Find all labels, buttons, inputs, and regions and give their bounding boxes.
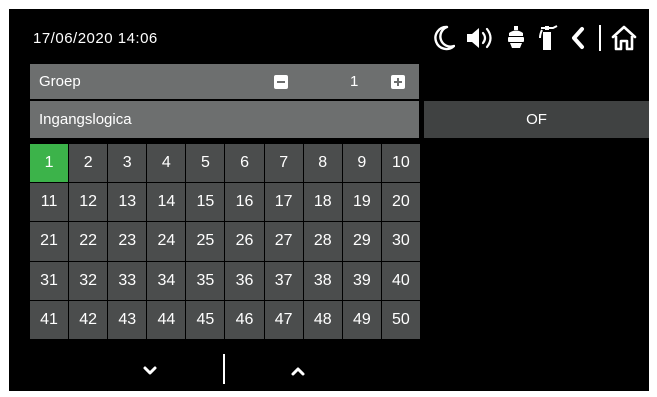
grid-cell-39[interactable]: 39: [342, 261, 381, 300]
grid-cell-10[interactable]: 10: [381, 144, 420, 183]
grid-cell-29[interactable]: 29: [342, 222, 381, 261]
grid-cell-4[interactable]: 4: [147, 144, 186, 183]
grid-cell-19[interactable]: 19: [342, 183, 381, 222]
group-increment-button[interactable]: [391, 75, 405, 89]
extinguisher-icon[interactable]: [537, 22, 559, 54]
grid-cell-36[interactable]: 36: [225, 261, 264, 300]
grid-cell-32[interactable]: 32: [69, 261, 108, 300]
group-decrement-button[interactable]: [274, 75, 288, 89]
grid-cell-3[interactable]: 3: [108, 144, 147, 183]
chevron-up-icon[interactable]: [289, 364, 307, 378]
grid-cell-43[interactable]: 43: [108, 300, 147, 339]
moon-icon[interactable]: [433, 22, 455, 54]
grid-cell-7[interactable]: 7: [264, 144, 303, 183]
grid-cell-50[interactable]: 50: [381, 300, 420, 339]
nav-separator: [223, 354, 225, 384]
fire-alarm-icon[interactable]: [505, 22, 527, 54]
grid-cell-22[interactable]: 22: [69, 222, 108, 261]
grid-cell-28[interactable]: 28: [303, 222, 342, 261]
grid-cell-26[interactable]: 26: [225, 222, 264, 261]
grid-cell-2[interactable]: 2: [69, 144, 108, 183]
back-icon[interactable]: [569, 22, 587, 54]
grid-cell-33[interactable]: 33: [108, 261, 147, 300]
grid-cell-27[interactable]: 27: [264, 222, 303, 261]
grid-cell-16[interactable]: 16: [225, 183, 264, 222]
grid-cell-8[interactable]: 8: [303, 144, 342, 183]
grid-cell-34[interactable]: 34: [147, 261, 186, 300]
grid-cell-21[interactable]: 21: [30, 222, 69, 261]
grid-cell-25[interactable]: 25: [186, 222, 225, 261]
date-time: 17/06/2020 14:06: [33, 30, 158, 47]
grid-cell-15[interactable]: 15: [186, 183, 225, 222]
grid-cell-12[interactable]: 12: [69, 183, 108, 222]
grid-cell-5[interactable]: 5: [186, 144, 225, 183]
grid-cell-40[interactable]: 40: [381, 261, 420, 300]
grid-cell-49[interactable]: 49: [342, 300, 381, 339]
grid-cell-1[interactable]: 1: [30, 144, 69, 183]
grid-cell-37[interactable]: 37: [264, 261, 303, 300]
grid-cell-13[interactable]: 13: [108, 183, 147, 222]
grid-cell-41[interactable]: 41: [30, 300, 69, 339]
grid-cell-18[interactable]: 18: [303, 183, 342, 222]
status-icons: [423, 22, 637, 54]
device-screen: 17/06/2020 14:06 Groep 1 Ingangslogica O…: [9, 9, 649, 391]
grid-cell-11[interactable]: 11: [30, 183, 69, 222]
chevron-down-icon[interactable]: [141, 364, 159, 378]
grid-cell-38[interactable]: 38: [303, 261, 342, 300]
input-logic-label: Ingangslogica: [39, 111, 132, 128]
grid-cell-14[interactable]: 14: [147, 183, 186, 222]
input-logic-bar: Ingangslogica: [30, 101, 419, 138]
grid-cell-42[interactable]: 42: [69, 300, 108, 339]
speaker-icon[interactable]: [465, 22, 495, 54]
group-bar: Groep 1: [30, 64, 419, 99]
group-value: 1: [350, 73, 359, 90]
input-number-grid: 1 2 3 4 5 6 7 8 9 10 11 12 13 14 15 16 17 18 19 20 21 22 23 24 2…: [30, 144, 420, 339]
grid-cell-45[interactable]: 45: [186, 300, 225, 339]
grid-cell-30[interactable]: 30: [381, 222, 420, 261]
grid-cell-47[interactable]: 47: [264, 300, 303, 339]
group-label: Groep: [39, 73, 81, 90]
grid-cell-20[interactable]: 20: [381, 183, 420, 222]
grid-cell-31[interactable]: 31: [30, 261, 69, 300]
logic-option-button[interactable]: OF: [424, 101, 649, 138]
status-separator: [599, 25, 601, 51]
grid-cell-44[interactable]: 44: [147, 300, 186, 339]
grid-cell-24[interactable]: 24: [147, 222, 186, 261]
grid-cell-48[interactable]: 48: [303, 300, 342, 339]
grid-cell-6[interactable]: 6: [225, 144, 264, 183]
grid-cell-35[interactable]: 35: [186, 261, 225, 300]
grid-cell-9[interactable]: 9: [342, 144, 381, 183]
grid-cell-23[interactable]: 23: [108, 222, 147, 261]
grid-cell-46[interactable]: 46: [225, 300, 264, 339]
grid-cell-17[interactable]: 17: [264, 183, 303, 222]
home-icon[interactable]: [611, 22, 637, 54]
